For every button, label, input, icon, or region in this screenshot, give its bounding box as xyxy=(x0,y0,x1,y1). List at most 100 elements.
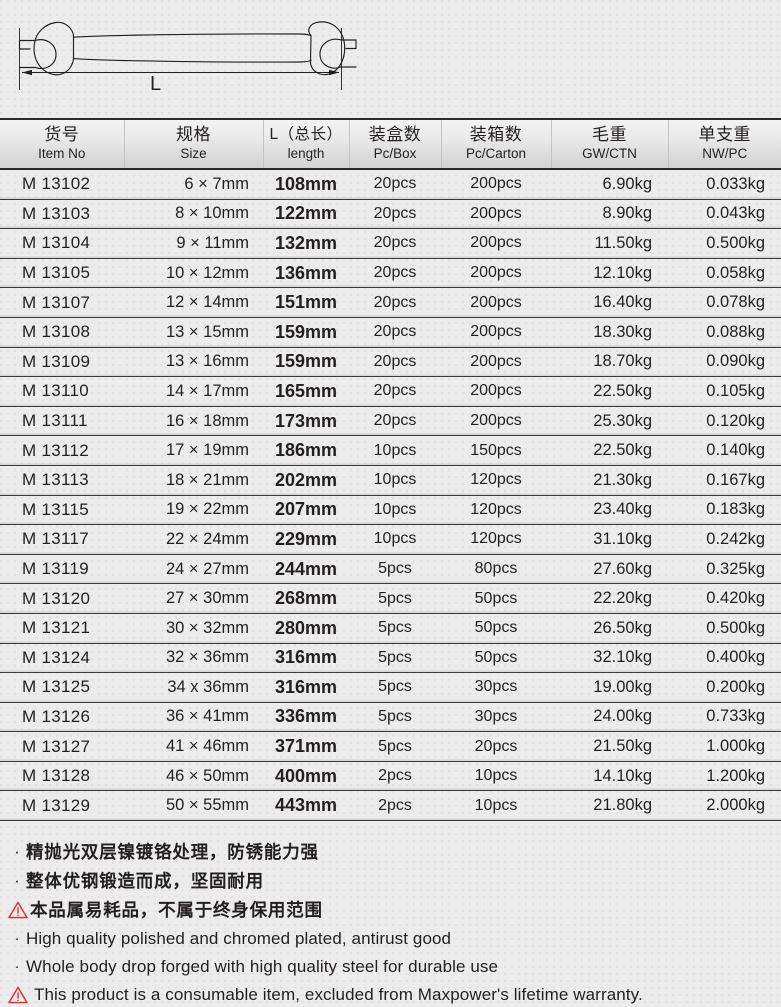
cell-pc-box: 5pcs xyxy=(349,702,441,732)
table-row: M 1311217 × 19mm186mm10pcs150pcs22.50kg0… xyxy=(0,436,781,466)
cell-size: 46 × 50mm xyxy=(124,761,263,791)
column-header-en: Pc/Carton xyxy=(442,146,551,162)
note-text: This product is a consumable item, exclu… xyxy=(34,982,643,1007)
table-body: M 131026 × 7mm108mm20pcs200pcs6.90kg0.03… xyxy=(0,169,781,821)
cell-length: 268mm xyxy=(263,584,349,614)
cell-length: 159mm xyxy=(263,317,349,347)
column-header-en: length xyxy=(264,146,349,162)
cell-length: 165mm xyxy=(263,377,349,407)
cell-item-no: M 13105 xyxy=(0,258,124,288)
cell-gross-weight: 25.30kg xyxy=(551,406,668,436)
note-line: 本品属易耗品，不属于终身保用范围 xyxy=(8,897,781,923)
cell-gross-weight: 12.10kg xyxy=(551,258,668,288)
column-header-cn: 装箱数 xyxy=(442,125,551,145)
cell-pc-carton: 30pcs xyxy=(441,702,551,732)
note-line: ·Whole body drop forged with high qualit… xyxy=(8,954,781,979)
table-row: M 1312432 × 36mm316mm5pcs50pcs32.10kg0.4… xyxy=(0,643,781,673)
cell-pc-carton: 50pcs xyxy=(441,613,551,643)
table-row: M 1311318 × 21mm202mm10pcs120pcs21.30kg0… xyxy=(0,465,781,495)
table-row: M 1312027 × 30mm268mm5pcs50pcs22.20kg0.4… xyxy=(0,584,781,614)
cell-pc-carton: 200pcs xyxy=(441,199,551,229)
cell-size: 6 × 7mm xyxy=(124,169,263,199)
dimension-label-L: L xyxy=(150,73,162,96)
cell-net-weight: 1.000kg xyxy=(668,732,781,762)
cell-pc-carton: 200pcs xyxy=(441,229,551,259)
cell-size: 32 × 36mm xyxy=(124,643,263,673)
cell-net-weight: 0.325kg xyxy=(668,554,781,584)
cell-gross-weight: 18.30kg xyxy=(551,317,668,347)
cell-length: 316mm xyxy=(263,643,349,673)
cell-net-weight: 0.120kg xyxy=(668,406,781,436)
table-row: M 1310813 × 15mm159mm20pcs200pcs18.30kg0… xyxy=(0,317,781,347)
cell-pc-box: 10pcs xyxy=(349,525,441,555)
table-row: M 1310913 × 16mm159mm20pcs200pcs18.70kg0… xyxy=(0,347,781,377)
cell-item-no: M 13125 xyxy=(0,673,124,703)
cell-item-no: M 13107 xyxy=(0,288,124,318)
table-row: M 1312950 × 55mm443mm2pcs10pcs21.80kg2.0… xyxy=(0,791,781,821)
cell-size: 50 × 55mm xyxy=(124,791,263,821)
cell-gross-weight: 22.50kg xyxy=(551,377,668,407)
cell-net-weight: 0.078kg xyxy=(668,288,781,318)
cell-net-weight: 0.183kg xyxy=(668,495,781,525)
table-row: M 1311014 × 17mm165mm20pcs200pcs22.50kg0… xyxy=(0,377,781,407)
product-diagram: L xyxy=(0,0,781,118)
cell-item-no: M 13112 xyxy=(0,436,124,466)
cell-pc-box: 10pcs xyxy=(349,495,441,525)
table-header-row: 货号 Item No 规格 Size L（总长） length 装盒数 Pc/B… xyxy=(0,119,781,169)
cell-gross-weight: 6.90kg xyxy=(551,169,668,199)
table-row: M 131038 × 10mm122mm20pcs200pcs8.90kg0.0… xyxy=(0,199,781,229)
cell-length: 443mm xyxy=(263,791,349,821)
cell-net-weight: 0.043kg xyxy=(668,199,781,229)
cell-pc-box: 5pcs xyxy=(349,732,441,762)
cell-pc-carton: 200pcs xyxy=(441,317,551,347)
cell-item-no: M 13103 xyxy=(0,199,124,229)
cell-pc-carton: 50pcs xyxy=(441,643,551,673)
cell-pc-box: 2pcs xyxy=(349,791,441,821)
cell-length: 280mm xyxy=(263,613,349,643)
cell-pc-carton: 120pcs xyxy=(441,525,551,555)
cell-pc-box: 5pcs xyxy=(349,673,441,703)
note-text: High quality polished and chromed plated… xyxy=(26,926,451,951)
column-header-size: 规格 Size xyxy=(124,119,263,169)
cell-item-no: M 13111 xyxy=(0,406,124,436)
column-header-net-weight: 单支重 NW/PC xyxy=(668,119,781,169)
cell-length: 336mm xyxy=(263,702,349,732)
table-row: M 1312636 × 41mm336mm5pcs30pcs24.00kg0.7… xyxy=(0,702,781,732)
table-row: M 131026 × 7mm108mm20pcs200pcs6.90kg0.03… xyxy=(0,169,781,199)
table-row: M 1312741 × 46mm371mm5pcs20pcs21.50kg1.0… xyxy=(0,732,781,762)
column-header-pc-box: 装盒数 Pc/Box xyxy=(349,119,441,169)
cell-pc-carton: 120pcs xyxy=(441,465,551,495)
cell-size: 14 × 17mm xyxy=(124,377,263,407)
cell-size: 10 × 12mm xyxy=(124,258,263,288)
table-row: M 1311722 × 24mm229mm10pcs120pcs31.10kg0… xyxy=(0,525,781,555)
bullet-icon: · xyxy=(8,954,26,979)
cell-net-weight: 0.105kg xyxy=(668,377,781,407)
bullet-icon: · xyxy=(8,926,26,951)
cell-pc-carton: 80pcs xyxy=(441,554,551,584)
cell-net-weight: 0.420kg xyxy=(668,584,781,614)
cell-length: 316mm xyxy=(263,673,349,703)
column-header-cn: 规格 xyxy=(125,125,263,145)
cell-pc-box: 5pcs xyxy=(349,554,441,584)
cell-pc-box: 20pcs xyxy=(349,377,441,407)
cell-gross-weight: 21.50kg xyxy=(551,732,668,762)
column-header-en: Size xyxy=(125,146,263,162)
cell-length: 400mm xyxy=(263,761,349,791)
column-header-cn: 装盒数 xyxy=(350,125,441,145)
cell-gross-weight: 21.30kg xyxy=(551,465,668,495)
cell-net-weight: 0.500kg xyxy=(668,613,781,643)
column-header-cn: L（总长） xyxy=(264,125,349,145)
cell-item-no: M 13110 xyxy=(0,377,124,407)
note-text: 本品属易耗品，不属于终身保用范围 xyxy=(30,897,323,923)
cell-pc-box: 20pcs xyxy=(349,169,441,199)
note-text: 整体优钢锻造而成，坚固耐用 xyxy=(26,868,264,894)
cell-length: 207mm xyxy=(263,495,349,525)
cell-pc-carton: 10pcs xyxy=(441,791,551,821)
cell-length: 371mm xyxy=(263,732,349,762)
cell-size: 17 × 19mm xyxy=(124,436,263,466)
cell-pc-box: 2pcs xyxy=(349,761,441,791)
column-header-cn: 毛重 xyxy=(552,125,668,145)
cell-item-no: M 13102 xyxy=(0,169,124,199)
cell-net-weight: 0.167kg xyxy=(668,465,781,495)
cell-net-weight: 0.500kg xyxy=(668,229,781,259)
